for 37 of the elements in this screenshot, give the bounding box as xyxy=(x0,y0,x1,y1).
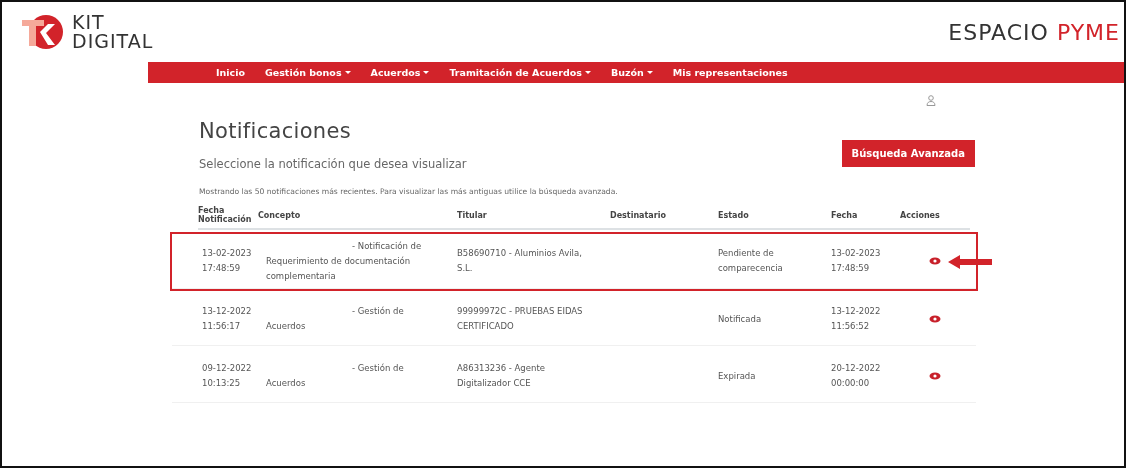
nav-link[interactable]: Gestión bonos xyxy=(264,67,351,78)
column-header: Fecha xyxy=(831,210,859,220)
nav-link[interactable]: Buzón xyxy=(610,67,653,78)
table-cell-text: Pendiente de comparecencia xyxy=(718,247,784,275)
table-cell-text: 99999972C - PRUEBAS EIDAS CERTIFICADO xyxy=(457,305,584,333)
column-header: Concepto xyxy=(258,210,302,220)
table-cell-text: Acuerdos xyxy=(266,320,307,333)
column-header: Acciones xyxy=(900,210,941,220)
nav-link[interactable]: Tramitación de Acuerdos xyxy=(449,67,591,78)
table-cell-text: 09-12-2022 10:13:25 xyxy=(202,362,252,390)
brand-logo: ESPACIO PYME xyxy=(948,19,1121,45)
table-cell-text: 13-12-2022 11:56:17 xyxy=(202,305,252,333)
table-cell-text: Requerimiento de documentación complementaria xyxy=(266,254,412,283)
table-cell-text: A86313236 - Agente Digitalizador CCE xyxy=(457,362,546,390)
table-cell-text: Notificada xyxy=(718,312,763,326)
table-cell-text: Acuerdos xyxy=(266,377,307,390)
column-header: Destinatario xyxy=(610,210,667,220)
nav-link[interactable]: Acuerdos xyxy=(370,67,430,78)
table-cell-text: 13-02-2023 17:48:59 xyxy=(202,247,252,275)
column-header: Estado xyxy=(718,210,750,220)
table-cell-text: 13-12-2022 11:56:52 xyxy=(831,305,881,333)
advanced-search-button[interactable]: Búsqueda Avanzada xyxy=(841,140,975,167)
subtitle: Seleccione la notificación que desea visualizar xyxy=(199,157,467,171)
column-header: Fecha Notificación xyxy=(198,206,253,224)
table-cell-text: 20-12-2022 00:00:00 xyxy=(831,362,881,390)
column-header: Titular xyxy=(457,210,488,220)
table-cell-text: - Notificación de xyxy=(351,239,423,253)
table-cell-text: 13-02-2023 17:48:59 xyxy=(831,247,881,275)
nav-link[interactable]: Inicio xyxy=(216,67,245,78)
nav-link[interactable]: Mis representaciones xyxy=(672,67,788,78)
table-cell-text: - Gestión de xyxy=(351,305,405,318)
table-cell-text: B58690710 - Aluminios Avila, S.L. xyxy=(457,247,583,275)
table-cell-text: Expirada xyxy=(718,369,757,383)
page-title: Notificaciones xyxy=(199,119,352,143)
logo-text: KIT xyxy=(72,13,106,32)
table-cell-text: - Gestión de xyxy=(351,362,405,375)
logo-text: DIGITAL xyxy=(72,32,154,51)
